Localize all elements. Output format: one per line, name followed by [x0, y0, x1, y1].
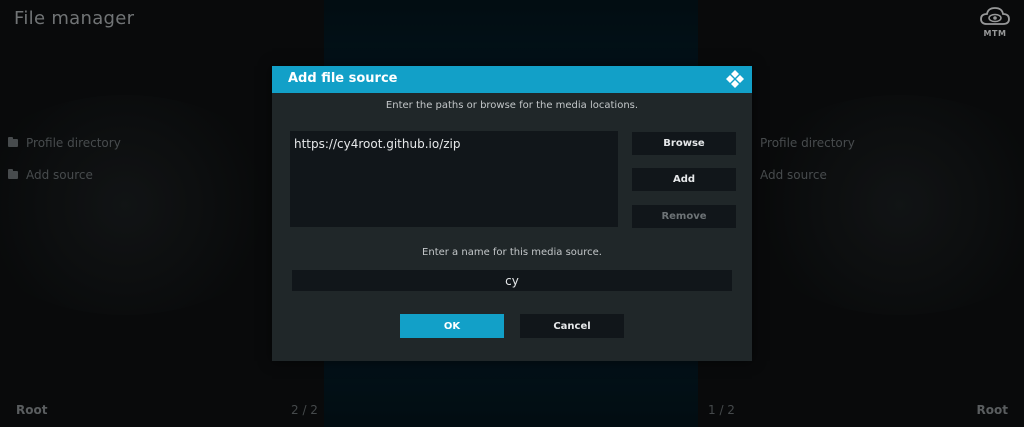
dialog-header: Add file source — [272, 66, 752, 93]
path-entry[interactable]: https://cy4root.github.io/zip — [294, 137, 461, 151]
browse-button[interactable]: Browse — [632, 132, 736, 155]
paths-hint: Enter the paths or browse for the media … — [385, 100, 639, 111]
paths-list[interactable]: https://cy4root.github.io/zip — [290, 131, 618, 227]
add-button[interactable]: Add — [632, 168, 736, 191]
dialog-title: Add file source — [288, 71, 398, 86]
kodi-logo-icon — [726, 70, 744, 88]
name-hint: Enter a name for this media source. — [422, 247, 602, 258]
cancel-button[interactable]: Cancel — [520, 314, 624, 338]
source-name-input[interactable]: cy — [292, 270, 732, 291]
remove-button[interactable]: Remove — [632, 205, 736, 228]
add-file-source-dialog: Add file source Enter the paths or brows… — [272, 66, 752, 361]
ok-button[interactable]: OK — [400, 314, 504, 338]
